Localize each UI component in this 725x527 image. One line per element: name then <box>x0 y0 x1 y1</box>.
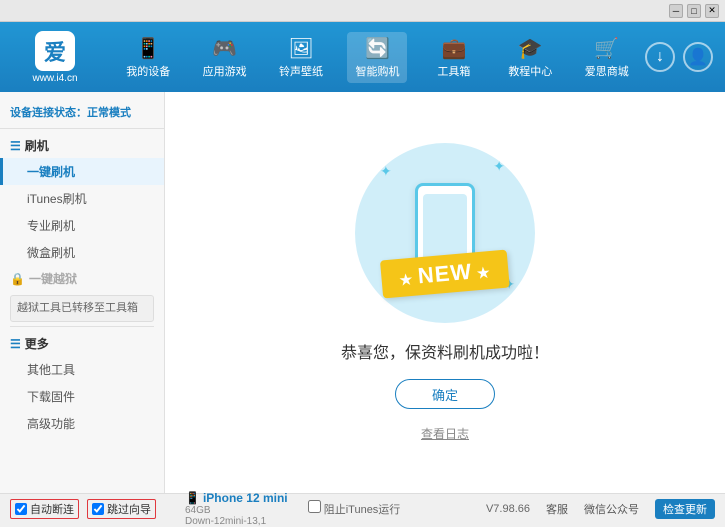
view-log-link[interactable]: 查看日志 <box>421 425 469 442</box>
maximize-button[interactable]: □ <box>687 4 701 18</box>
flash-section-label: 刷机 <box>25 137 49 154</box>
toolbox-icon: 💼 <box>441 36 466 61</box>
download-button[interactable]: ↓ <box>645 42 675 72</box>
logo-icon: 爱 <box>35 31 75 71</box>
device-name-text: iPhone 12 mini <box>203 491 288 505</box>
skip-wizard-label: 跳过向导 <box>107 501 151 517</box>
lock-icon: 🔒 <box>10 272 25 286</box>
bottom-right: V7.98.66 客服 微信公众号 检查更新 <box>410 499 715 519</box>
smart-shop-icon: 🔄 <box>365 36 390 61</box>
shop-icon: 🛒 <box>594 36 619 61</box>
auto-disconnect-checkbox[interactable] <box>15 503 27 515</box>
tutorial-label: 教程中心 <box>508 63 552 79</box>
minimize-button[interactable]: ─ <box>669 4 683 18</box>
nav-right: ↓ 👤 <box>645 42 725 72</box>
toolbox-label: 工具箱 <box>437 63 470 79</box>
status-label: 设备连接状态： <box>10 107 87 119</box>
sidebar-item-advanced[interactable]: 高级功能 <box>0 410 164 437</box>
wechat-link[interactable]: 微信公众号 <box>584 501 639 517</box>
version-text: V7.98.66 <box>486 503 530 515</box>
sidebar-item-download-firmware[interactable]: 下载固件 <box>0 383 164 410</box>
bottom-left: 自动断连 跳过向导 <box>10 499 175 519</box>
device-name: 📱 iPhone 12 mini <box>185 491 288 505</box>
title-bar: ─ □ ✕ <box>0 0 725 22</box>
device-storage: 64GB <box>185 505 288 516</box>
device-model: Down-12mini-13,1 <box>185 516 288 527</box>
jailbreak-section-header: 🔒 一键越狱 <box>0 266 164 291</box>
more-section-icon: ☰ <box>10 337 21 351</box>
skip-wizard-checkbox-label[interactable]: 跳过向导 <box>87 499 156 519</box>
status-value: 正常模式 <box>87 107 131 119</box>
success-area: ✦ ✦ ✦ NEW 恭喜您，保资料刷机成功啦！ 确定 查看日志 <box>341 143 549 442</box>
my-device-label: 我的设备 <box>126 63 170 79</box>
support-link[interactable]: 客服 <box>546 501 568 517</box>
update-button[interactable]: 检查更新 <box>655 499 715 519</box>
phone-illustration: ✦ ✦ ✦ NEW <box>355 143 535 323</box>
nav-items: 📱 我的设备 🎮 应用游戏 🖼 铃声壁纸 🔄 智能购机 💼 工具箱 🎓 教程中心… <box>110 32 645 83</box>
close-button[interactable]: ✕ <box>705 4 719 18</box>
skip-wizard-checkbox[interactable] <box>92 503 104 515</box>
jailbreak-notice: 越狱工具已转移至工具箱 <box>10 295 154 322</box>
sidebar-item-pro-flash[interactable]: 专业刷机 <box>0 212 164 239</box>
logo-text: www.i4.cn <box>32 73 77 84</box>
bottom-bar: 自动断连 跳过向导 📱 iPhone 12 mini 64GB Down-12m… <box>0 493 725 523</box>
more-section-header: ☰ 更多 <box>0 331 164 356</box>
sidebar-item-one-key-flash[interactable]: 一键刷机 <box>0 158 164 185</box>
auto-disconnect-checkbox-label[interactable]: 自动断连 <box>10 499 79 519</box>
sparkle-1: ✦ <box>380 163 392 180</box>
logo-area: 爱 www.i4.cn <box>0 31 110 84</box>
header: 爱 www.i4.cn 📱 我的设备 🎮 应用游戏 🖼 铃声壁纸 🔄 智能购机 … <box>0 22 725 92</box>
apps-games-icon: 🎮 <box>212 36 237 61</box>
tutorial-icon: 🎓 <box>518 36 543 61</box>
device-status: 设备连接状态：正常模式 <box>0 100 164 129</box>
nav-item-tutorial[interactable]: 🎓 教程中心 <box>500 32 560 83</box>
my-device-icon: 📱 <box>136 36 161 61</box>
nav-item-smart-shop[interactable]: 🔄 智能购机 <box>347 32 407 83</box>
stop-itunes: 阻止iTunes运行 <box>298 500 411 517</box>
user-button[interactable]: 👤 <box>683 42 713 72</box>
phone-small-icon: 📱 <box>185 491 200 505</box>
nav-item-toolbox[interactable]: 💼 工具箱 <box>424 32 484 83</box>
content-area: ✦ ✦ ✦ NEW 恭喜您，保资料刷机成功啦！ 确定 查看日志 <box>165 92 725 493</box>
sidebar-item-other-tools[interactable]: 其他工具 <box>0 356 164 383</box>
nav-item-wallpaper[interactable]: 🖼 铃声壁纸 <box>271 32 331 83</box>
flash-section-header: ☰ 刷机 <box>0 133 164 158</box>
sparkle-2: ✦ <box>493 158 505 175</box>
smart-shop-label: 智能购机 <box>355 63 399 79</box>
bottom-device-info: 📱 iPhone 12 mini 64GB Down-12mini-13,1 <box>175 491 298 527</box>
nav-item-shop[interactable]: 🛒 爱思商城 <box>577 32 637 83</box>
stop-itunes-checkbox[interactable] <box>308 500 321 513</box>
nav-item-my-device[interactable]: 📱 我的设备 <box>118 32 178 83</box>
success-text: 恭喜您，保资料刷机成功啦！ <box>341 339 549 363</box>
sidebar: 设备连接状态：正常模式 ☰ 刷机 一键刷机 iTunes刷机 专业刷机 微盒刷机… <box>0 92 165 493</box>
flash-section-icon: ☰ <box>10 139 21 153</box>
wallpaper-label: 铃声壁纸 <box>279 63 323 79</box>
nav-item-apps-games[interactable]: 🎮 应用游戏 <box>195 32 255 83</box>
sidebar-item-itunes-flash[interactable]: iTunes刷机 <box>0 185 164 212</box>
sidebar-item-micro-flash[interactable]: 微盒刷机 <box>0 239 164 266</box>
wallpaper-icon: 🖼 <box>288 36 313 61</box>
confirm-button[interactable]: 确定 <box>395 379 495 409</box>
shop-label: 爱思商城 <box>585 63 629 79</box>
sidebar-divider <box>10 326 154 327</box>
main-content: 设备连接状态：正常模式 ☰ 刷机 一键刷机 iTunes刷机 专业刷机 微盒刷机… <box>0 92 725 493</box>
more-section-label: 更多 <box>25 335 49 352</box>
stop-itunes-label: 阻止iTunes运行 <box>324 504 401 516</box>
apps-games-label: 应用游戏 <box>203 63 247 79</box>
jailbreak-section-label: 一键越狱 <box>29 270 77 287</box>
auto-disconnect-label: 自动断连 <box>30 501 74 517</box>
